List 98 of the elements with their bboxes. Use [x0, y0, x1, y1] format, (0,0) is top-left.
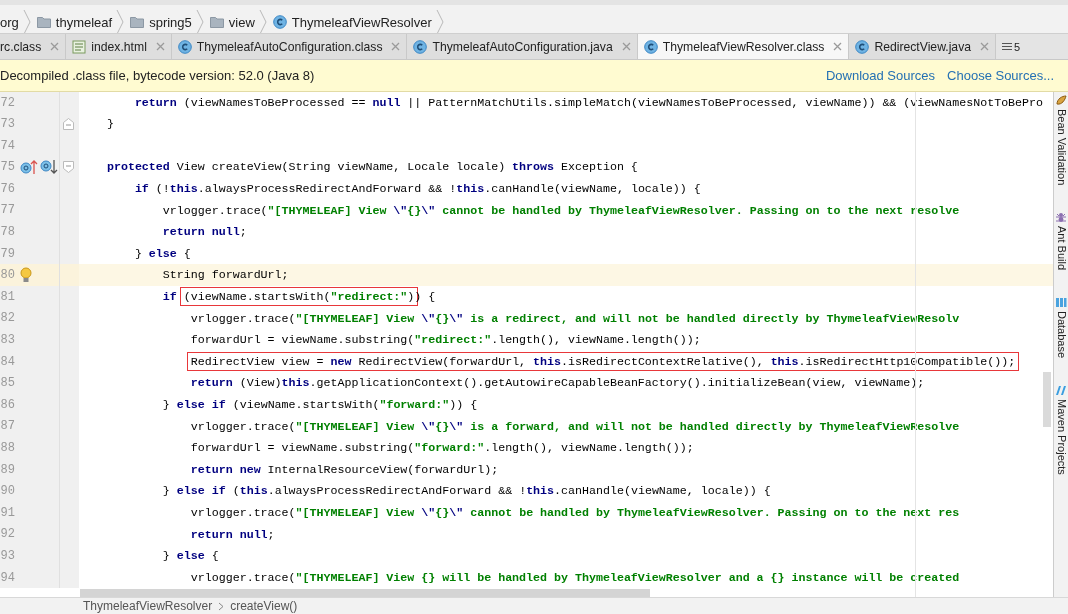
class-icon	[413, 39, 428, 54]
code-line: return null;	[161, 224, 248, 241]
line-number: 88	[0, 441, 15, 455]
line-number: 76	[0, 181, 15, 196]
folder-icon	[130, 16, 145, 28]
editor-tab[interactable]: ThymeleafAutoConfiguration.class	[171, 34, 408, 60]
scrollbar-thumb[interactable]	[80, 589, 650, 598]
line-number: 93	[0, 548, 15, 563]
close-icon[interactable]	[50, 42, 60, 52]
code-line: } else if (viewName.startsWith("forward:")) {	[161, 397, 479, 413]
close-icon[interactable]	[391, 42, 401, 52]
code-line: vrlogger.trace("[THYMELEAF] View \"{}\" cannot be handled by ThymeleafViewResolver. Passing on to the next res	[189, 505, 961, 521]
line-number: 86	[0, 397, 15, 412]
code-line: } else {	[133, 245, 192, 262]
chevron-icon	[258, 10, 267, 34]
breadcrumb-item[interactable]: thymeleaf	[30, 10, 117, 34]
chevron-icon	[22, 10, 31, 34]
class-icon	[272, 15, 287, 29]
code-line: } else if (this.alwaysProcessRedirectAndForward && !this.canHandle(viewName, locale)) {	[161, 483, 772, 500]
banner-link[interactable]: Choose Sources...	[947, 68, 1054, 84]
tool-window-button[interactable]: Ant Build	[1054, 210, 1068, 270]
code-line: vrlogger.trace("[THYMELEAF] View \"{}\" cannot be handled by ThymeleafViewResolver. Passing on to the next resolve	[161, 202, 961, 219]
code-line: return (View)this.getApplicationContext().getAutowireCapableBeanFactory().initializeBean(view, viewName);	[189, 375, 926, 392]
code-line: } else {	[161, 548, 220, 565]
editor-tab[interactable]: index.html	[66, 34, 172, 60]
html-file-icon	[72, 39, 87, 54]
bean-icon	[1055, 93, 1067, 106]
code-line: vrlogger.trace("[THYMELEAF] View {} will be handled by ThymeleafViewResolver and a {} instance will be created	[189, 569, 961, 586]
fold-marker-icon[interactable]	[62, 161, 74, 174]
lightbulb-icon[interactable]	[20, 267, 32, 284]
code-line: return (viewNamesToBeProcessed == null || PatternMatchUtils.simpleMatch(viewNamesToBeProcessed, viewName)) && (viewNamesNotToBePro	[133, 94, 1045, 111]
line-number: 75	[0, 160, 15, 175]
class-icon	[643, 39, 658, 54]
line-number: 73	[0, 117, 15, 132]
code-line: if (!this.alwaysProcessRedirectAndForward && !this.canHandle(viewName, locale)) {	[133, 181, 702, 198]
code-line: if (viewName.startsWith("redirect:")) {	[79, 286, 1053, 308]
code-line: vrlogger.trace("[THYMELEAF] View \"{}\" is a redirect, and will not be handled directly by ThymeleafViewResolv	[189, 310, 961, 327]
chevron-icon	[218, 601, 225, 611]
close-icon[interactable]	[621, 42, 631, 52]
list-icon	[1002, 42, 1013, 52]
code-line: vrlogger.trace("[THYMELEAF] View \"{}\" is a forward, and will not be handled directly by ThymeleafViewResolve	[189, 418, 961, 435]
breadcrumb-item[interactable]: view	[203, 10, 259, 34]
tab-overflow-button[interactable]: 5	[996, 34, 1027, 60]
line-number: 94	[0, 570, 15, 585]
tool-window-button[interactable]: Maven Projects	[1054, 384, 1068, 475]
chevron-icon	[195, 10, 204, 34]
overridden-down-icon[interactable]	[40, 159, 58, 176]
class-icon	[855, 39, 870, 54]
overrides-up-icon[interactable]	[20, 159, 38, 176]
fold-marker-icon[interactable]	[62, 118, 74, 131]
close-icon[interactable]	[155, 42, 165, 52]
line-number: 90	[0, 484, 15, 499]
ant-icon	[1055, 210, 1067, 223]
class-icon	[177, 39, 192, 54]
code-line: return new InternalResourceView(forwardUrl);	[189, 461, 500, 478]
line-number: 77	[0, 203, 15, 218]
breadcrumb-item[interactable]: ThymeleafViewResolver	[266, 10, 436, 34]
code-line: return null;	[189, 526, 276, 543]
editor-tab[interactable]: ThymeleafViewResolver.class	[637, 34, 850, 60]
database-icon	[1055, 296, 1067, 308]
editor-tab[interactable]: RedirectView.java	[849, 34, 997, 60]
banner-message: Decompiled .class file, bytecode version: 52.0 (Java 8)	[0, 68, 315, 84]
code-line: forwardUrl = viewName.substring("forward:".length(), viewName.length());	[189, 440, 695, 457]
line-number: 78	[0, 225, 15, 240]
close-icon[interactable]	[980, 42, 990, 52]
code-line: }	[105, 116, 115, 133]
chevron-icon	[116, 10, 125, 34]
line-number: 87	[0, 419, 15, 434]
code-line: protected View createView(String viewName, Locale locale) throws Exception {	[105, 159, 639, 176]
line-number: 85	[0, 376, 15, 391]
scrollbar-thumb[interactable]	[1043, 371, 1051, 427]
chevron-icon	[435, 10, 444, 34]
folder-icon	[209, 16, 224, 28]
code-line: String forwardUrl;	[161, 267, 290, 284]
editor-tab[interactable]: ThymeleafAutoConfiguration.java	[407, 34, 638, 60]
line-number: 83	[0, 333, 15, 348]
code-line: forwardUrl = viewName.substring("redirect:".length(), viewName.length());	[189, 332, 702, 349]
line-number: 92	[0, 527, 15, 542]
banner-link[interactable]: Download Sources	[825, 68, 936, 84]
maven-icon	[1055, 384, 1067, 397]
tool-window-button[interactable]: Bean Validation	[1054, 93, 1068, 185]
line-number: 89	[0, 462, 15, 477]
line-number: 84	[0, 354, 15, 369]
line-number: 82	[0, 311, 15, 326]
line-number: 80	[0, 268, 15, 283]
breadcrumb-item[interactable]: createView()	[230, 599, 298, 614]
line-number: 81	[0, 289, 15, 304]
breadcrumb-item[interactable]: org	[0, 10, 23, 34]
close-icon[interactable]	[833, 42, 843, 52]
editor-tab[interactable]: rc.class	[0, 34, 67, 60]
breadcrumb-item[interactable]: ThymeleafViewResolver	[83, 599, 213, 614]
line-number: 91	[0, 505, 15, 520]
tool-window-button[interactable]: Database	[1054, 296, 1068, 359]
folder-icon	[36, 16, 51, 28]
line-number: 79	[0, 246, 15, 261]
line-number: 72	[0, 95, 15, 110]
breadcrumb-item[interactable]: spring5	[124, 10, 196, 34]
line-number: 74	[0, 138, 15, 153]
